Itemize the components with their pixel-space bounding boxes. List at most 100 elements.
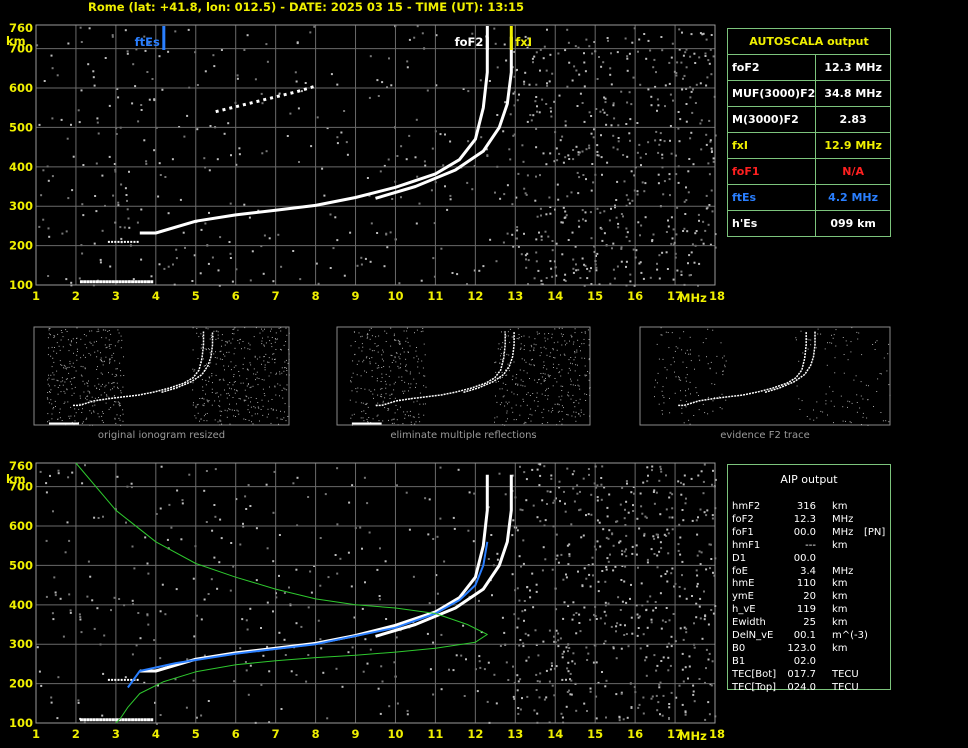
noise-dot xyxy=(519,708,522,711)
noise-dot xyxy=(581,584,584,587)
noise-dot xyxy=(96,607,99,610)
thumb-dot xyxy=(59,417,61,419)
thumb-dot xyxy=(530,344,532,346)
thumb-dot xyxy=(229,403,230,405)
thumb-dot xyxy=(261,379,263,380)
noise-dot xyxy=(667,669,670,672)
thumb-dot xyxy=(696,392,698,394)
noise-dot xyxy=(359,526,362,529)
thumb-dot xyxy=(119,362,121,364)
thumb-dot xyxy=(524,421,526,423)
thumb-dot xyxy=(96,369,98,370)
thumb-dot xyxy=(422,403,424,405)
thumb-dot xyxy=(678,376,679,378)
trace-series xyxy=(127,541,489,689)
thumb-dot xyxy=(104,392,106,394)
x-tick-label: 11 xyxy=(427,727,443,741)
e-trace-dot xyxy=(117,240,120,243)
noise-dot xyxy=(599,110,602,113)
noise-dot xyxy=(366,502,369,505)
noise-dot xyxy=(566,85,569,88)
noise-dot xyxy=(571,618,574,621)
es-trace-dot xyxy=(147,280,151,284)
noise-dot xyxy=(577,219,580,222)
thumb-dot xyxy=(368,389,370,391)
thumb-dot xyxy=(73,366,75,368)
noise-dot xyxy=(589,211,592,214)
thumb-dot xyxy=(66,331,68,332)
noise-dot xyxy=(702,220,705,223)
thumb-dot xyxy=(239,375,241,377)
thumb-dot xyxy=(422,328,424,329)
noise-dot xyxy=(524,609,527,612)
noise-dot xyxy=(556,159,559,162)
thumb-dot xyxy=(721,408,723,410)
thumb-dot xyxy=(385,387,387,389)
noise-dot xyxy=(319,584,322,587)
thumb-dot xyxy=(382,349,384,351)
noise-dot xyxy=(610,52,612,55)
thumb-dot xyxy=(279,371,281,373)
thumb-dot xyxy=(571,415,573,417)
noise-dot xyxy=(636,151,639,154)
thumb-dot xyxy=(88,391,90,393)
thumb-dot xyxy=(192,349,194,351)
thumb-dot xyxy=(122,413,124,415)
thumb-dot xyxy=(284,361,286,363)
noise-dot xyxy=(501,616,504,619)
noise-dot xyxy=(516,226,519,229)
noise-dot xyxy=(92,70,95,73)
thumb-dot xyxy=(205,384,207,386)
thumb-dot xyxy=(51,346,53,348)
noise-dot xyxy=(91,599,94,602)
noise-dot xyxy=(529,596,532,599)
noise-dot xyxy=(649,595,652,598)
noise-dot xyxy=(625,194,628,197)
thumb-dot xyxy=(506,374,508,376)
row-value: 4.2 MHz xyxy=(815,184,891,211)
noise-dot xyxy=(334,554,337,556)
thumb-dot xyxy=(877,378,879,380)
thumb-dot xyxy=(522,398,524,400)
noise-dot xyxy=(315,262,318,265)
noise-dot xyxy=(628,91,631,94)
noise-dot xyxy=(61,232,64,235)
thumb-dot xyxy=(575,411,577,413)
noise-dot xyxy=(710,609,713,611)
noise-dot xyxy=(645,153,647,155)
noise-dot xyxy=(84,464,86,467)
thumb-dot xyxy=(60,364,62,366)
noise-dot xyxy=(690,131,693,134)
noise-dot xyxy=(511,203,514,206)
noise-dot xyxy=(144,536,147,539)
thumb-dot xyxy=(810,344,812,346)
thumb-dot xyxy=(369,363,371,365)
noise-dot xyxy=(456,273,459,276)
noise-dot xyxy=(655,491,658,494)
noise-dot xyxy=(670,56,673,59)
thumb-dot xyxy=(567,394,569,396)
e-trace-dot xyxy=(127,240,130,243)
noise-dot xyxy=(167,50,170,53)
noise-dot xyxy=(600,65,603,68)
noise-dot xyxy=(516,689,519,692)
noise-dot xyxy=(48,235,51,238)
noise-dot xyxy=(446,208,449,211)
thumb-dot xyxy=(861,354,863,356)
thumb-dot xyxy=(581,343,583,345)
thumb-dot xyxy=(47,383,49,385)
noise-dot xyxy=(705,207,708,210)
noise-dot xyxy=(627,511,630,514)
noise-dot xyxy=(230,542,233,544)
noise-dot xyxy=(383,265,386,268)
noise-dot xyxy=(552,501,555,504)
noise-dot xyxy=(663,533,666,536)
thumb-dot xyxy=(114,345,116,347)
noise-dot xyxy=(526,586,529,588)
noise-dot xyxy=(158,162,161,165)
thumb-dot xyxy=(534,410,536,412)
noise-dot xyxy=(560,712,563,715)
y-tick-label: 400 xyxy=(9,160,33,174)
thumb-dot xyxy=(115,374,117,375)
thumb-dot xyxy=(107,330,109,332)
